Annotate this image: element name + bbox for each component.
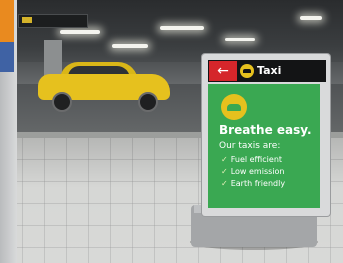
sign-bullet-text: Earth friendly xyxy=(230,179,286,188)
ceiling-light xyxy=(60,30,100,34)
airport-curbside-photo: ← Taxi Breathe easy. Our taxis are: ✓ Fue… xyxy=(0,0,343,263)
taxi-icon xyxy=(240,64,254,78)
left-blue-panel xyxy=(0,42,14,72)
check-icon: ✓ xyxy=(221,167,228,176)
ceiling-light xyxy=(225,38,255,41)
sign-header-label: Taxi xyxy=(257,64,282,77)
yellow-taxi-car xyxy=(38,60,172,112)
check-icon: ✓ xyxy=(221,155,228,164)
sign-bullet: ✓ Low emission xyxy=(221,167,284,176)
sign-bullet-text: Fuel efficient xyxy=(230,155,283,164)
left-orange-panel xyxy=(0,0,14,42)
car-wheel xyxy=(52,92,72,112)
ceiling-light xyxy=(300,16,322,20)
ceiling-light xyxy=(160,26,204,30)
sign-subhead: Our taxis are: xyxy=(219,141,281,151)
car-wheel xyxy=(138,92,158,112)
sign-headline: Breathe easy. xyxy=(219,123,312,137)
ceiling-light xyxy=(112,44,148,48)
left-arrow-icon: ← xyxy=(209,61,237,81)
check-icon: ✓ xyxy=(221,179,228,188)
overhead-sign-marker xyxy=(22,17,32,23)
sign-bullet: ✓ Fuel efficient xyxy=(221,155,282,164)
taxi-badge-icon xyxy=(221,94,247,120)
sign-bullet: ✓ Earth friendly xyxy=(221,179,285,188)
sign-bullet-text: Low emission xyxy=(230,167,285,176)
